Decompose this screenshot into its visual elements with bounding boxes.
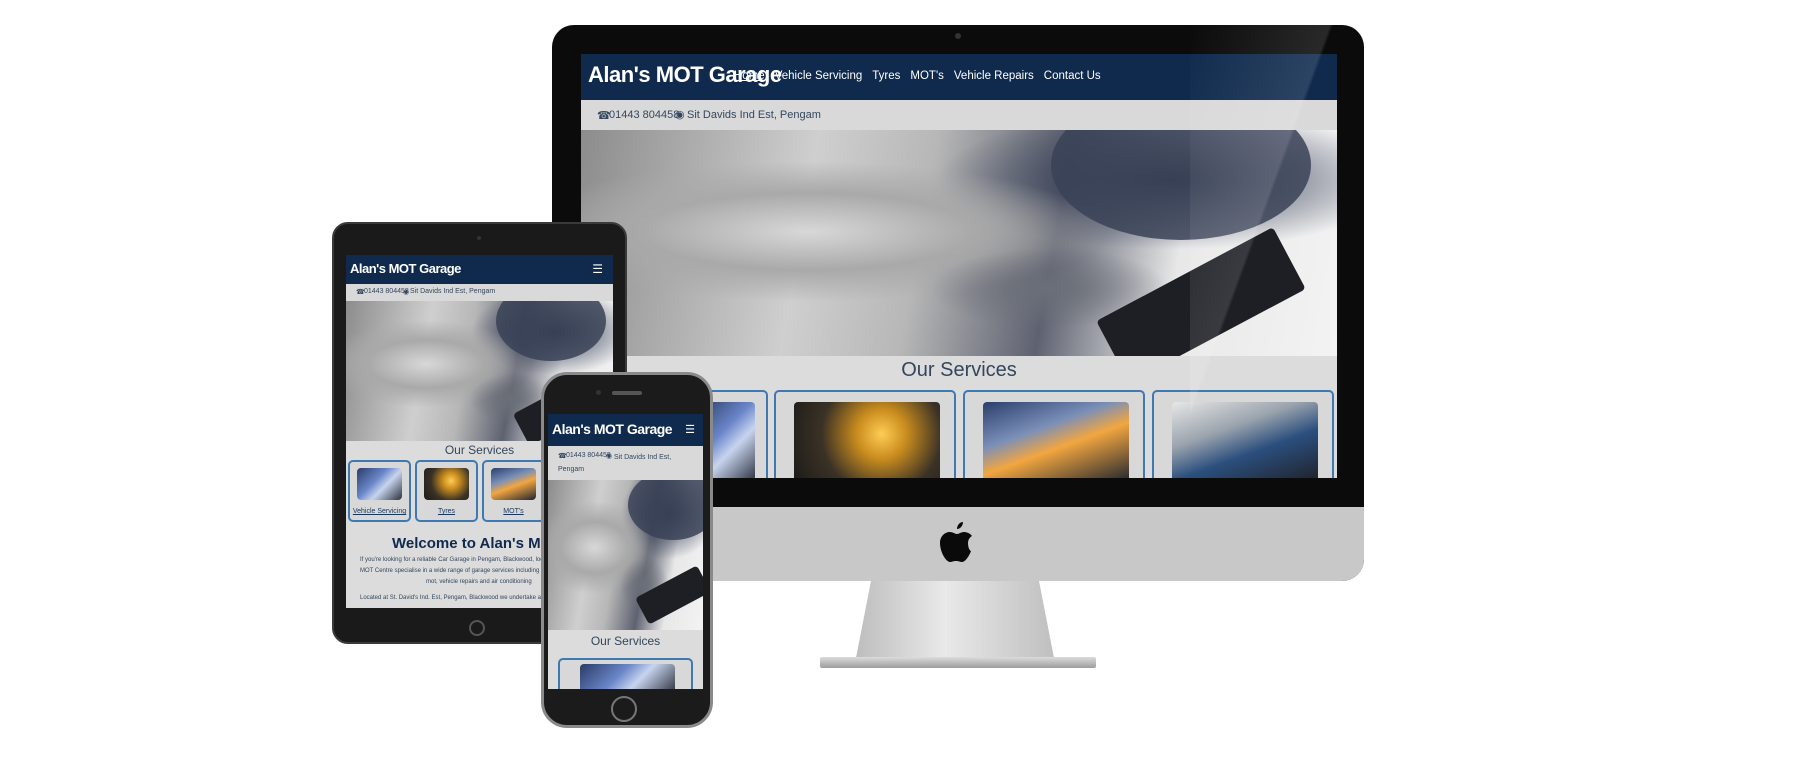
nav-menu: Home Vehicle Servicing Tyres MOT's Vehic… — [734, 70, 1101, 82]
service-thumb — [357, 468, 402, 500]
phone-speaker — [612, 391, 642, 395]
site-navbar: Alan's MOT Garage ☰ — [548, 414, 703, 446]
monitor-stand-base — [820, 657, 1096, 668]
service-thumb — [794, 402, 940, 478]
hero-image — [548, 480, 703, 630]
service-thumb — [580, 664, 675, 689]
hamburger-menu-icon[interactable]: ☰ — [685, 423, 695, 436]
service-thumb — [983, 402, 1129, 478]
service-link[interactable]: Vehicle Servicing — [350, 508, 409, 515]
apple-logo-icon — [940, 522, 974, 562]
site-navbar: Alan's MOT Garage ☰ — [346, 255, 613, 284]
info-bar: ☎ 01443 804458 ◉ Sit Davids Ind Est, Pen… — [548, 446, 703, 480]
phone-camera — [596, 390, 601, 395]
nav-vehicle-repairs[interactable]: Vehicle Repairs — [954, 70, 1034, 82]
service-link[interactable]: Tyres — [417, 508, 476, 515]
welcome-text-1: If you're looking for a reliable Car Gar… — [360, 557, 555, 563]
service-thumb — [424, 468, 469, 500]
phone-home-button[interactable] — [611, 696, 637, 722]
nav-vehicle-servicing[interactable]: Vehicle Servicing — [775, 70, 863, 82]
nav-tyres[interactable]: Tyres — [872, 70, 900, 82]
monitor-camera — [955, 33, 961, 39]
tablet-home-button[interactable] — [469, 620, 485, 636]
service-card[interactable]: Tyres — [415, 460, 478, 522]
service-card[interactable] — [558, 658, 693, 689]
service-card[interactable] — [774, 390, 956, 478]
info-bar: ☎ 01443 804458 ◉ Sit Davids Ind Est, Pen… — [346, 284, 613, 301]
welcome-text-3: mot, vehicle repairs and air conditionin… — [426, 579, 532, 585]
address: Sit Davids Ind Est, Pengam — [410, 288, 496, 295]
tablet-camera — [477, 236, 481, 240]
welcome-text-2: MOT Centre specialise in a wide range of… — [360, 568, 567, 574]
address: Sit Davids Ind Est, Pengam — [558, 454, 672, 473]
nav-mots[interactable]: MOT's — [910, 70, 944, 82]
nav-home[interactable]: Home — [734, 70, 765, 82]
hamburger-menu-icon[interactable]: ☰ — [592, 262, 603, 276]
welcome-text-4: Located at St. David's Ind. Est, Pengam,… — [360, 595, 555, 601]
service-link[interactable]: MOT's — [484, 508, 543, 515]
address: Sit Davids Ind Est, Pengam — [687, 109, 821, 121]
service-card[interactable]: Vehicle Servicing — [348, 460, 411, 522]
monitor-glare — [1190, 25, 1364, 507]
site-brand[interactable]: Alan's MOT Garage — [552, 421, 673, 437]
map-marker-icon: ◉ — [403, 289, 410, 296]
nav-contact-us[interactable]: Contact Us — [1044, 70, 1101, 82]
site-brand[interactable]: Alan's MOT Garage — [350, 261, 461, 276]
service-thumb — [491, 468, 536, 500]
services-title: Our Services — [590, 634, 661, 648]
service-card[interactable] — [963, 390, 1145, 478]
monitor-stand — [855, 581, 1055, 663]
service-card[interactable]: MOT's — [482, 460, 545, 522]
phone-screen: Alan's MOT Garage ☰ ☎ 01443 804458 ◉ Sit… — [548, 414, 703, 689]
map-marker-icon: ◉ — [675, 109, 685, 121]
phone-number[interactable]: 01443 804458 — [609, 109, 679, 121]
